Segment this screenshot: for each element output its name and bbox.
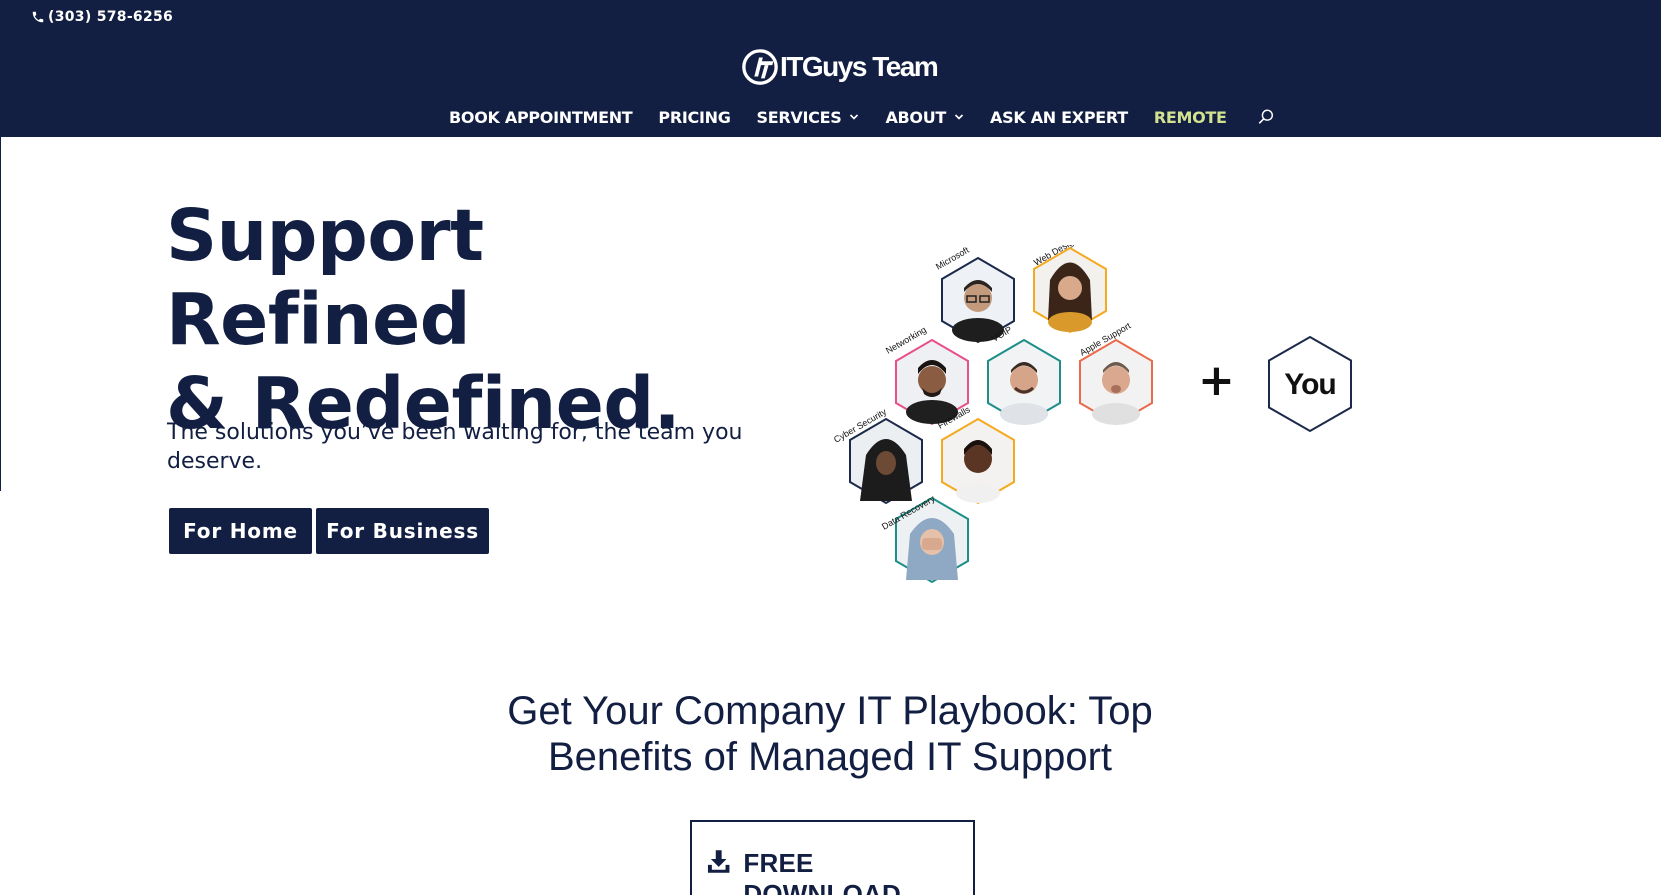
nav-label: REMOTE [1153,107,1227,127]
hex-data-recovery: Data Recovery [880,493,969,584]
hex-you: You [1268,335,1352,433]
nav-pricing[interactable]: PRICING [658,108,730,127]
site-logo[interactable]: ITGuys Team [741,48,939,86]
free-download-button[interactable]: FREE DOWNLOAD [690,820,975,895]
hex-firewalls: Firewalls [936,404,1015,505]
plus-sign: + [1198,355,1235,406]
nav-book-appointment[interactable]: BOOK APPOINTMENT [449,107,633,127]
download-label: FREE DOWNLOAD [743,848,901,895]
chevron-down-icon [954,114,964,120]
nav-label: ASK AN EXPERT [990,107,1128,127]
nav-about[interactable]: ABOUT [885,108,964,127]
chevron-down-icon [850,114,859,120]
nav-label: ABOUT [885,107,947,127]
hex-web-design: Web Design [1032,245,1107,334]
phone-icon [32,11,44,23]
download-icon [707,850,730,873]
hero-subtitle: The solutions you’ve been waiting for, t… [167,420,743,474]
for-home-button[interactable]: For Home [169,508,312,554]
top-contact-bar[interactable]: (303) 578-6256 [31,9,173,25]
team-hex-graphic: Microsoft Web Design Networking VOIP App… [832,245,1352,584]
hex-voip: VOIP [987,324,1061,426]
hex-apple-support: Apple Support [1078,320,1153,426]
you-label: You [1284,368,1335,401]
phone-number[interactable]: (303) 578-6256 [48,9,173,25]
hex-cyber-security: Cyber Security [832,406,923,505]
nav-label: PRICING [658,107,731,127]
hero-title-line1: Support Refined [166,194,484,361]
site-header: (303) 578-6256 ITGuys Team BOOK APPOINTM… [0,0,1661,137]
search-icon[interactable] [1257,108,1275,126]
page-edge-line [0,137,1,491]
hero-buttons: For Home For Business [169,508,489,554]
for-business-button[interactable]: For Business [316,508,489,554]
hex-networking: Networking [884,325,969,426]
nav-ask-an-expert[interactable]: ASK AN EXPERT [990,108,1128,127]
itguys-logo-icon [742,49,778,85]
nav-label: SERVICES [756,107,842,127]
nav-label: BOOK APPOINTMENT [449,107,633,127]
main-nav: BOOK APPOINTMENT PRICING SERVICES ABOUT … [449,106,1275,128]
logo-text: ITGuys Team [780,51,939,82]
playbook-title: Get Your Company IT Playbook: Top Benefi… [507,689,1153,779]
nav-remote[interactable]: REMOTE [1154,108,1227,127]
hero-title: Support Refined & Redefined. [166,194,786,446]
nav-services[interactable]: SERVICES [757,108,860,127]
